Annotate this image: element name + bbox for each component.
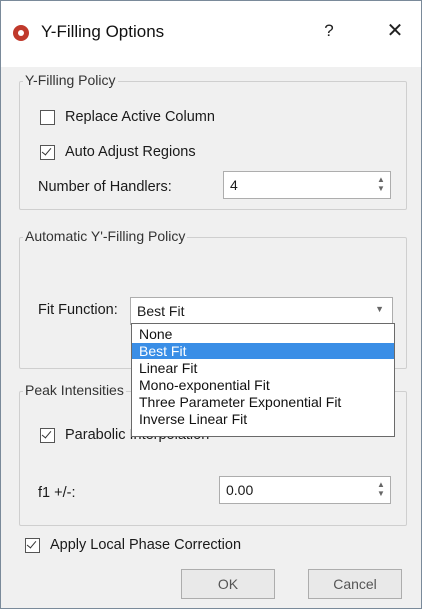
fit-function-label: Fit Function: — [38, 302, 118, 318]
apply-local-phase-correction-label: Apply Local Phase Correction — [50, 537, 242, 553]
fit-function-combobox[interactable]: Best Fit ▼ — [130, 297, 393, 325]
dropdown-option-inverse-linear-fit[interactable]: Inverse Linear Fit — [132, 411, 394, 427]
apply-local-phase-correction-checkbox[interactable]: Apply Local Phase Correction — [25, 537, 241, 553]
y-filling-policy-title: Y-Filling Policy — [23, 72, 118, 88]
dialog-title: Y-Filling Options — [41, 22, 165, 41]
replace-active-column-box[interactable] — [40, 109, 55, 125]
chevron-down-icon[interactable]: ▼ — [375, 304, 384, 314]
spin-arrows-icon[interactable]: ▲ ▼ — [376, 480, 386, 500]
y-filling-options-dialog: Y-Filling Options ? ✕ Y-Filling Policy R… — [0, 0, 422, 609]
app-logo-icon — [13, 25, 29, 41]
number-of-handlers-spinbox[interactable]: 4 ▲ ▼ — [223, 171, 391, 199]
dropdown-option-three-parameter-exponential-fit[interactable]: Three Parameter Exponential Fit — [132, 394, 394, 410]
apply-local-phase-correction-box[interactable] — [25, 537, 40, 553]
number-of-handlers-label: Number of Handlers: — [38, 179, 172, 195]
replace-active-column-label: Replace Active Column — [65, 109, 215, 125]
dropdown-option-best-fit[interactable]: Best Fit — [132, 343, 394, 359]
cancel-button[interactable]: Cancel — [308, 569, 402, 599]
dropdown-option-none[interactable]: None — [132, 326, 394, 342]
ok-button[interactable]: OK — [181, 569, 275, 599]
spin-arrows-icon[interactable]: ▲ ▼ — [376, 175, 386, 195]
peak-intensities-title: Peak Intensities — [23, 382, 126, 398]
auto-adjust-regions-checkbox[interactable]: Auto Adjust Regions — [40, 144, 196, 160]
f1-label: f1 +/-: — [38, 485, 76, 501]
dropdown-option-linear-fit[interactable]: Linear Fit — [132, 360, 394, 376]
dropdown-option-mono-exponential-fit[interactable]: Mono-exponential Fit — [132, 377, 394, 393]
fit-function-value: Best Fit — [137, 303, 185, 319]
f1-spinbox[interactable]: 0.00 ▲ ▼ — [219, 476, 391, 504]
f1-value: 0.00 — [226, 482, 254, 498]
parabolic-interpolation-box[interactable] — [40, 427, 55, 443]
replace-active-column-checkbox[interactable]: Replace Active Column — [40, 109, 215, 125]
title-bar: Y-Filling Options ? ✕ — [1, 1, 421, 67]
help-button[interactable]: ? — [317, 17, 341, 45]
auto-adjust-regions-box[interactable] — [40, 144, 55, 160]
auto-adjust-regions-label: Auto Adjust Regions — [65, 144, 196, 160]
number-of-handlers-value: 4 — [230, 177, 238, 193]
close-button[interactable]: ✕ — [381, 17, 409, 45]
fit-function-dropdown-list[interactable]: None Best Fit Linear Fit Mono-exponentia… — [131, 323, 395, 437]
automatic-y-filling-policy-title: Automatic Y'-Filling Policy — [23, 228, 188, 244]
